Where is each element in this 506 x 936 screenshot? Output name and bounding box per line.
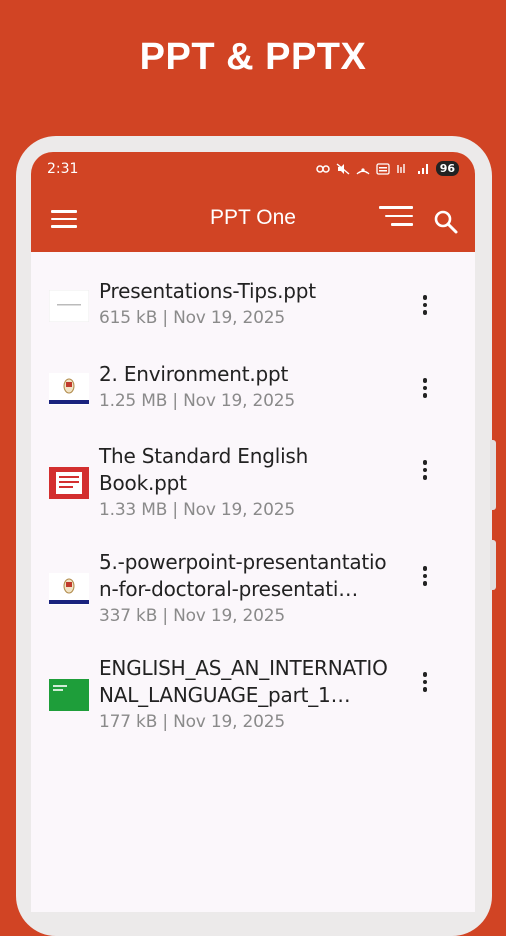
file-meta: 1.25 MB | Nov 19, 2025 [99, 391, 296, 411]
file-name: 5.-powerpoint-presentantation-for-doctor… [99, 550, 387, 601]
more-options-icon[interactable] [419, 672, 431, 696]
ppt-thumbnail [49, 679, 89, 711]
phone-side-button [490, 540, 496, 590]
file-name: Presentations-Tips.ppt [99, 279, 316, 303]
battery-level: 96 [435, 161, 459, 176]
status-time: 2:31 [47, 161, 79, 177]
app-screen: 2:31 96 PPT One Presentations-Tips.ppt 6… [31, 152, 475, 912]
file-name: ENGLISH_AS_AN_INTERNATIONAL_LANGUAGE_par… [99, 656, 388, 707]
ppt-thumbnail [49, 467, 89, 499]
sort-icon[interactable] [379, 206, 413, 232]
hotspot-icon [356, 167, 370, 174]
phone-side-button [490, 440, 496, 510]
file-meta: 177 kB | Nov 19, 2025 [99, 712, 285, 732]
hero-title: PPT & PPTX [139, 36, 367, 78]
cell-signal-icon [417, 163, 428, 174]
file-name: The Standard English Book.ppt [99, 444, 309, 495]
file-meta: 615 kB | Nov 19, 2025 [99, 308, 285, 328]
more-options-icon[interactable] [419, 378, 431, 402]
link-icon [315, 164, 330, 173]
search-icon[interactable] [432, 208, 460, 236]
mute-icon [336, 162, 350, 175]
signal-icon [396, 163, 405, 173]
ppt-thumbnail [49, 373, 89, 405]
file-meta: 337 kB | Nov 19, 2025 [99, 606, 285, 626]
ppt-thumbnail [49, 290, 89, 322]
file-meta: 1.33 MB | Nov 19, 2025 [99, 500, 296, 520]
file-name: 2. Environment.ppt [99, 362, 289, 386]
more-options-icon[interactable] [419, 460, 431, 484]
status-bar: 2:31 96 [31, 152, 475, 188]
ppt-thumbnail [49, 573, 89, 605]
status-icons: 96 [315, 161, 459, 176]
app-bar: PPT One [31, 188, 475, 252]
more-options-icon[interactable] [419, 295, 431, 319]
more-options-icon[interactable] [419, 566, 431, 590]
volte-icon [376, 162, 390, 175]
